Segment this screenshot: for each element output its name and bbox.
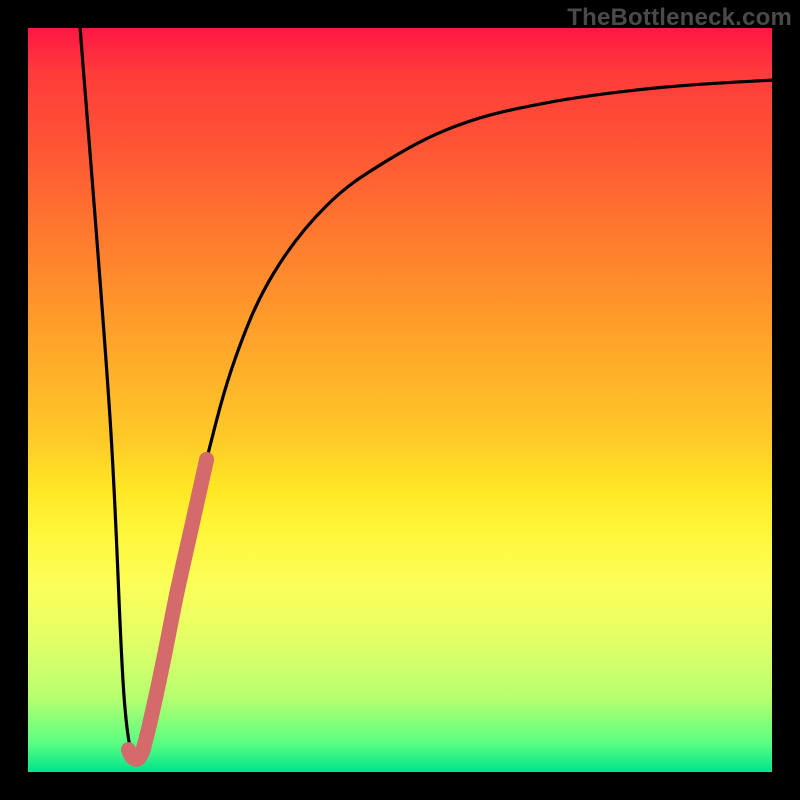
plot-area xyxy=(28,28,772,772)
chart-svg xyxy=(28,28,772,772)
highlight-segment xyxy=(128,460,206,760)
bottleneck-curve-line xyxy=(80,28,772,757)
chart-frame: TheBottleneck.com xyxy=(0,0,800,800)
